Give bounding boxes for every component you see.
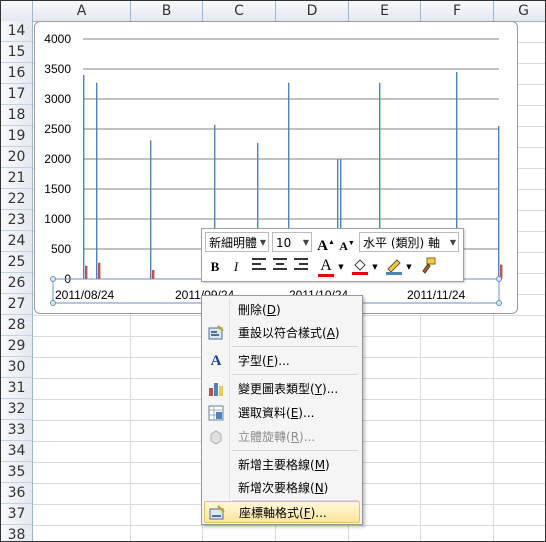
axis-select-dropdown[interactable]: 水平 (類別) 軸 ▼ <box>359 232 459 252</box>
column-header-c[interactable]: C <box>203 1 276 21</box>
row-header[interactable]: 22 <box>1 189 32 210</box>
bar <box>150 140 152 279</box>
row-header[interactable]: 36 <box>1 483 32 504</box>
row-header[interactable]: 31 <box>1 378 32 399</box>
menu-item-reset-style[interactable]: 重設以符合樣式(A) <box>204 322 360 344</box>
row-header[interactable]: 18 <box>1 105 32 126</box>
row-header[interactable]: 27 <box>1 294 32 315</box>
row-header[interactable]: 32 <box>1 399 32 420</box>
row-header[interactable]: 23 <box>1 210 32 231</box>
chevron-down-icon: ▼ <box>302 238 309 247</box>
bar <box>96 82 98 279</box>
format-axis-icon <box>209 505 225 521</box>
shrink-font-button[interactable]: A▼ <box>338 234 356 253</box>
excel-window: A B C D E F G 14 15 16 17 18 19 20 21 22… <box>0 0 546 542</box>
outline-color-icon[interactable] <box>384 257 404 277</box>
y-tick-label: 2500 <box>44 122 71 136</box>
chevron-down-icon: ▼ <box>259 238 266 247</box>
chart-type-icon <box>208 381 224 397</box>
column-header-e[interactable]: E <box>349 1 421 21</box>
row-header[interactable]: 34 <box>1 441 32 462</box>
y-tick-label: 2000 <box>44 152 71 166</box>
row-header[interactable]: 16 <box>1 63 32 84</box>
chevron-down-icon[interactable]: ▼ <box>336 257 346 277</box>
format-painter-icon[interactable] <box>418 257 438 277</box>
font-name-dropdown[interactable]: 新細明體 ▼ <box>205 232 269 252</box>
column-header-g[interactable]: G <box>494 1 545 21</box>
font-name-value: 新細明體 <box>209 236 258 250</box>
align-left-icon[interactable] <box>249 257 269 277</box>
select-all-corner[interactable] <box>1 1 33 21</box>
row-header[interactable]: 28 <box>1 315 32 336</box>
y-tick-label: 500 <box>51 242 71 256</box>
row-header[interactable]: 35 <box>1 462 32 483</box>
y-tick-label: 1000 <box>44 212 71 226</box>
menu-item-format-axis[interactable]: 座標軸格式(F)... <box>204 501 360 523</box>
align-center-icon[interactable] <box>270 257 290 277</box>
y-tick-label: 3000 <box>44 92 71 106</box>
row-header[interactable]: 14 <box>1 21 32 42</box>
row-header[interactable]: 17 <box>1 84 32 105</box>
menu-item-change-chart-type[interactable]: 變更圖表類型(Y)... <box>204 378 360 400</box>
bold-button[interactable]: B <box>205 257 225 277</box>
menu-item-delete[interactable]: 刪除(D) <box>204 299 360 321</box>
reset-style-icon <box>208 325 224 341</box>
chevron-down-icon[interactable]: ▼ <box>404 257 414 277</box>
font-size-value: 10 <box>276 236 292 250</box>
menu-item-add-major-gridlines[interactable]: 新增主要格線(M) <box>204 454 360 476</box>
3d-rotation-icon <box>208 429 224 445</box>
row-header[interactable]: 25 <box>1 252 32 273</box>
column-header-a[interactable]: A <box>33 1 131 21</box>
y-tick-label: 4000 <box>44 32 71 46</box>
select-data-icon <box>208 405 224 421</box>
column-header-d[interactable]: D <box>276 1 349 21</box>
bar <box>498 126 500 279</box>
italic-button[interactable]: I <box>226 257 246 277</box>
menu-item-add-minor-gridlines[interactable]: 新增次要格線(N) <box>204 477 360 499</box>
mini-toolbar: 新細明體 ▼ 10 ▼ A▲ A▼ 水平 (類別) 軸 ▼ B I A ▼ ▼ ▼ <box>201 228 464 282</box>
menu-item-font[interactable]: A 字型(F)... <box>204 350 360 372</box>
font-size-dropdown[interactable]: 10 ▼ <box>272 232 312 252</box>
align-right-icon[interactable] <box>291 257 311 277</box>
row-header-bar: 14 15 16 17 18 19 20 21 22 23 24 25 26 2… <box>1 21 33 541</box>
menu-item-select-data[interactable]: 選取資料(E)... <box>204 402 360 424</box>
grow-font-button[interactable]: A▲ <box>316 232 336 254</box>
row-header[interactable]: 15 <box>1 42 32 63</box>
row-header[interactable]: 19 <box>1 126 32 147</box>
menu-item-3d-rotation[interactable]: 立體旋轉(R)... <box>204 426 360 448</box>
row-header[interactable]: 33 <box>1 420 32 441</box>
chevron-down-icon[interactable]: ▼ <box>370 257 380 277</box>
bar <box>85 265 88 279</box>
column-header-bar: A B C D E F G <box>1 1 545 22</box>
row-header[interactable]: 21 <box>1 168 32 189</box>
selection-handle <box>496 300 502 306</box>
row-header[interactable]: 30 <box>1 357 32 378</box>
row-header[interactable]: 26 <box>1 273 32 294</box>
y-tick-label: 3500 <box>44 62 71 76</box>
row-header[interactable]: 29 <box>1 336 32 357</box>
x-tick-label: 2011/08/24 <box>55 288 114 302</box>
selection-handle <box>50 276 56 282</box>
row-header[interactable]: 37 <box>1 504 32 525</box>
column-header-b[interactable]: B <box>131 1 203 21</box>
bar <box>152 270 155 279</box>
bar <box>83 75 85 279</box>
x-tick-label: 2011/11/24 <box>407 288 466 302</box>
context-menu: 刪除(D) 重設以符合樣式(A) A 字型(F)... 變更圖表類型(Y)...… <box>201 295 363 525</box>
row-header[interactable]: 24 <box>1 231 32 252</box>
column-header-f[interactable]: F <box>421 1 494 21</box>
font-icon: A <box>210 353 222 369</box>
bar <box>98 262 101 279</box>
row-header[interactable]: 20 <box>1 147 32 168</box>
row-header[interactable]: 38 <box>1 525 32 541</box>
axis-select-value: 水平 (類別) 軸 <box>363 236 440 250</box>
font-color-button[interactable]: A <box>316 257 336 277</box>
selection-handle <box>496 276 502 282</box>
fill-color-icon[interactable] <box>350 257 370 277</box>
y-tick-label: 1500 <box>44 182 71 196</box>
chevron-down-icon: ▼ <box>449 238 456 247</box>
